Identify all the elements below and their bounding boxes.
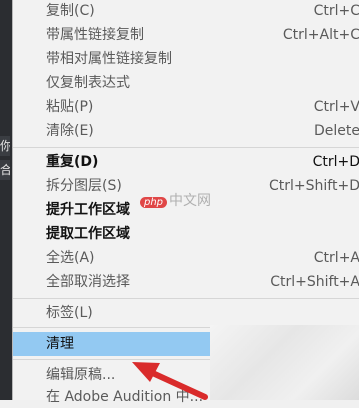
pointer-arrow-icon (132, 362, 208, 400)
